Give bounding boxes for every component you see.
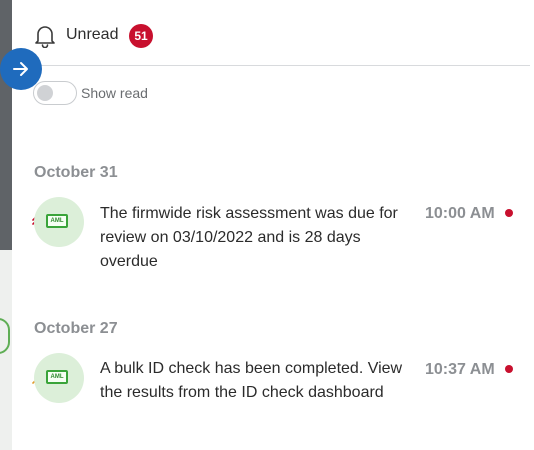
notification-time: 10:37 AM xyxy=(425,361,495,378)
unread-count-badge: 51 xyxy=(129,24,153,48)
date-heading: October 27 xyxy=(34,320,118,337)
notification-message: A bulk ID check has been completed. View… xyxy=(100,360,403,401)
date-heading: October 31 xyxy=(34,164,118,181)
panel-header: Unread 51 xyxy=(12,0,530,66)
show-read-label: Show read xyxy=(81,85,148,101)
toggle-knob xyxy=(37,85,53,101)
aml-tag-icon: AML xyxy=(46,370,68,384)
notification-message: The firmwide risk assessment was due for… xyxy=(100,205,398,270)
unread-indicator xyxy=(505,365,513,373)
aml-tag-icon: AML xyxy=(46,214,68,228)
show-read-toggle[interactable] xyxy=(33,81,77,105)
notification-time: 10:00 AM xyxy=(425,205,495,222)
bell-icon xyxy=(34,24,56,53)
arrow-right-icon xyxy=(13,62,28,76)
panel-title: Unread xyxy=(66,26,119,43)
notification-avatar: AML xyxy=(34,197,84,247)
notifications-panel: Unread 51 Show read October 31 AML The f… xyxy=(0,0,534,450)
collapse-panel-button[interactable] xyxy=(0,48,42,90)
notification-avatar: AML xyxy=(34,353,84,403)
unread-indicator xyxy=(505,209,513,217)
